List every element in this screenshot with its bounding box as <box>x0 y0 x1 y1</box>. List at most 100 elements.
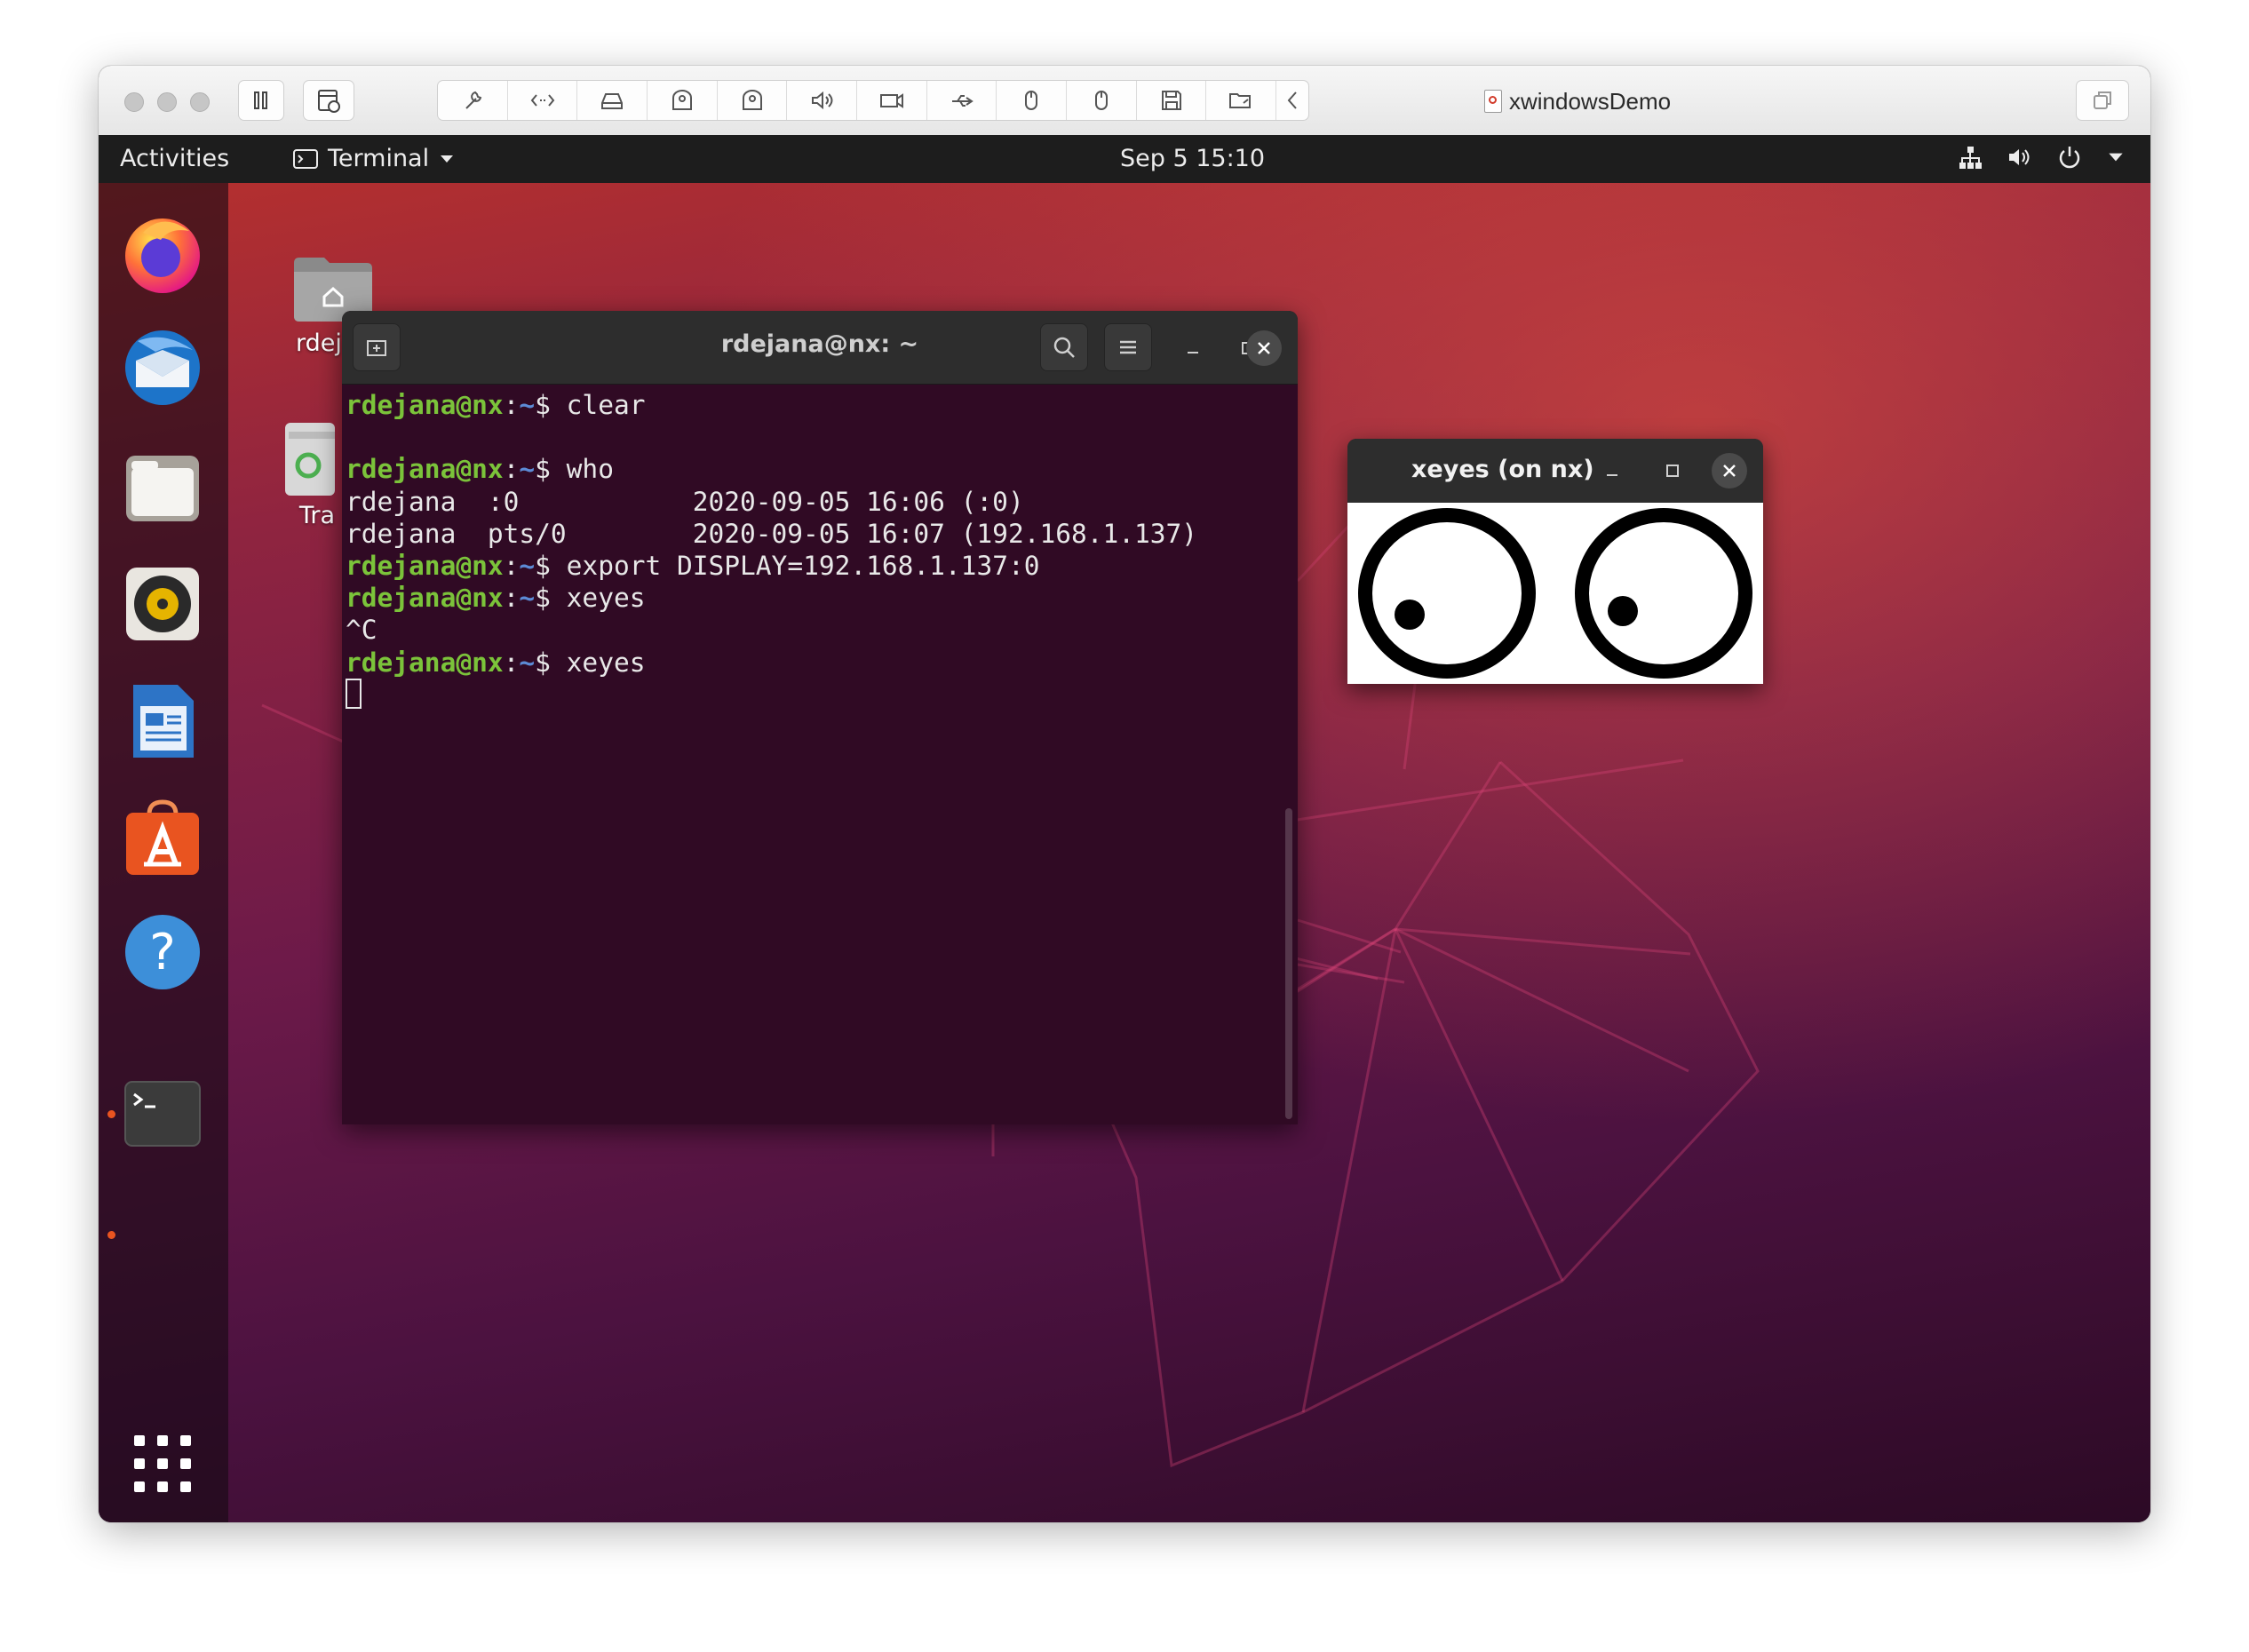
gnome-top-bar: Activities Terminal Sep 5 15:10 <box>99 135 2150 183</box>
trash-label: Tra <box>298 502 335 529</box>
clock[interactable]: Sep 5 15:10 <box>1120 145 1265 172</box>
files-icon <box>126 456 199 521</box>
dock-terminal[interactable] <box>120 1071 205 1156</box>
window-mode-button[interactable] <box>2076 80 2129 121</box>
mouse-button-2[interactable] <box>1067 81 1137 120</box>
terminal-title: rdejana@nx: ~ <box>720 330 919 358</box>
command-text: clear <box>566 390 646 420</box>
shared-folder-icon <box>1229 93 1252 108</box>
dock-files[interactable] <box>120 446 205 531</box>
terminal-running-indicator <box>107 1110 115 1118</box>
xeyes-window[interactable]: xeyes (on nx) <box>1347 439 1763 684</box>
command-text: who <box>566 454 614 485</box>
close-button[interactable] <box>1246 330 1282 366</box>
shared-folder-button[interactable] <box>1206 81 1277 120</box>
dock-libreoffice-writer[interactable] <box>120 679 205 764</box>
pause-icon <box>254 91 267 109</box>
minimize-button[interactable] <box>1175 330 1211 366</box>
search-button[interactable] <box>1040 323 1088 371</box>
collapse-toolbar-button[interactable] <box>1276 81 1308 120</box>
new-tab-button[interactable] <box>353 323 401 371</box>
xeyes-minimize-button[interactable] <box>1594 453 1630 488</box>
close-traffic-light[interactable] <box>124 92 144 112</box>
ubuntu-guest-screen: rdej Tra Activities Terminal Sep 5 15:10 <box>99 135 2150 1522</box>
mouse-icon <box>1094 91 1108 110</box>
prompt-symbol: $ <box>535 583 567 614</box>
terminal-line: rdejana pts/0 2020-09-05 16:07 (192.168.… <box>346 518 1278 550</box>
settings-button[interactable] <box>438 81 508 120</box>
dock-rhythmbox[interactable] <box>120 561 205 647</box>
terminal-line: rdejana@nx:~$ xeyes <box>346 647 1278 679</box>
prompt-path: ~ <box>519 647 536 678</box>
maximize-icon <box>1666 465 1679 477</box>
dock-firefox[interactable] <box>120 210 205 295</box>
dock-help[interactable]: ? <box>120 909 205 995</box>
prompt-user: rdejana@nx <box>346 390 504 420</box>
camera-button[interactable] <box>857 81 927 120</box>
sound-icon <box>812 91 833 110</box>
xeyes-close-button[interactable] <box>1712 453 1747 488</box>
vm-window-title: xwindowsDemo <box>1484 85 1671 117</box>
vm-document-icon <box>1484 90 1502 113</box>
dropdown-arrow-icon <box>441 155 454 163</box>
snapshot-icon <box>318 90 340 113</box>
mouse-button-1[interactable] <box>997 81 1068 120</box>
prompt-path: ~ <box>519 454 536 485</box>
window-icon <box>2094 91 2111 109</box>
left-pupil <box>1395 600 1425 630</box>
terminal-output[interactable]: rdejana@nx:~$ clear rdejana@nx:~$ who rdej… <box>346 389 1278 1124</box>
xeyes-title: xeyes (on nx) <box>1411 456 1594 483</box>
cd-dvd-button-1[interactable] <box>648 81 718 120</box>
right-pupil <box>1608 596 1638 626</box>
writer-icon <box>133 685 194 758</box>
xeyes-header-bar[interactable]: xeyes (on nx) <box>1347 439 1763 503</box>
xeyes-maximize-button[interactable] <box>1655 453 1690 488</box>
terminal-header-bar[interactable]: rdejana@nx: ~ <box>342 311 1298 385</box>
terminal-cursor-line <box>346 678 1278 711</box>
dock-thunderbird[interactable] <box>120 325 205 410</box>
minimize-icon <box>1607 474 1617 476</box>
trash-icon <box>285 423 335 496</box>
sound-button[interactable] <box>787 81 858 120</box>
terminal-scrollbar[interactable] <box>1285 808 1292 1119</box>
prompt-colon: : <box>503 550 520 581</box>
prompt-symbol: $ <box>535 647 567 678</box>
app-menu[interactable]: Terminal <box>292 145 456 172</box>
zoom-traffic-light[interactable] <box>190 92 210 112</box>
minimize-icon <box>1188 352 1198 353</box>
thunderbird-icon <box>125 330 200 405</box>
prompt-user: rdejana@nx <box>346 583 504 614</box>
camera-icon <box>879 93 903 108</box>
xeyes-canvas[interactable] <box>1347 503 1763 684</box>
usb-icon <box>951 95 974 107</box>
terminal-icon <box>124 1081 201 1147</box>
dock-ubuntu-software[interactable] <box>120 796 205 881</box>
snapshot-button[interactable] <box>303 80 354 121</box>
show-applications-button[interactable] <box>120 1421 205 1506</box>
terminal-line: rdejana@nx:~$ xeyes <box>346 582 1278 614</box>
prompt-user: rdejana@nx <box>346 647 504 678</box>
terminal-line: rdejana@nx:~$ export DISPLAY=192.168.1.1… <box>346 550 1278 582</box>
power-icon <box>2059 147 2080 169</box>
minimize-traffic-light[interactable] <box>157 92 177 112</box>
terminal-line: rdejana :0 2020-09-05 16:06 (:0) <box>346 486 1278 518</box>
wrench-icon <box>465 91 482 109</box>
usb-button[interactable] <box>927 81 997 120</box>
firefox-icon <box>125 218 200 293</box>
floppy-button[interactable] <box>1137 81 1207 120</box>
system-status-area[interactable] <box>1957 144 2126 171</box>
menu-button[interactable] <box>1104 323 1152 371</box>
code-button[interactable] <box>508 81 578 120</box>
output-text: ^C <box>346 615 377 646</box>
cd-dvd-button-2[interactable] <box>718 81 788 120</box>
hard-disk-button[interactable] <box>577 81 648 120</box>
vm-window: xwindowsDemo rdej Tra Activities Termina… <box>99 66 2150 1522</box>
terminal-window[interactable]: rdejana@nx: ~ rdejana@nx:~$ clear rdejana… <box>342 311 1298 1124</box>
pause-button[interactable] <box>238 80 284 121</box>
prompt-user: rdejana@nx <box>346 454 504 485</box>
device-toolbar <box>437 80 1309 121</box>
command-text: export DISPLAY=192.168.1.137:0 <box>566 550 1040 581</box>
desktop-trash[interactable]: Tra <box>273 421 335 529</box>
activities-button[interactable]: Activities <box>120 145 229 172</box>
